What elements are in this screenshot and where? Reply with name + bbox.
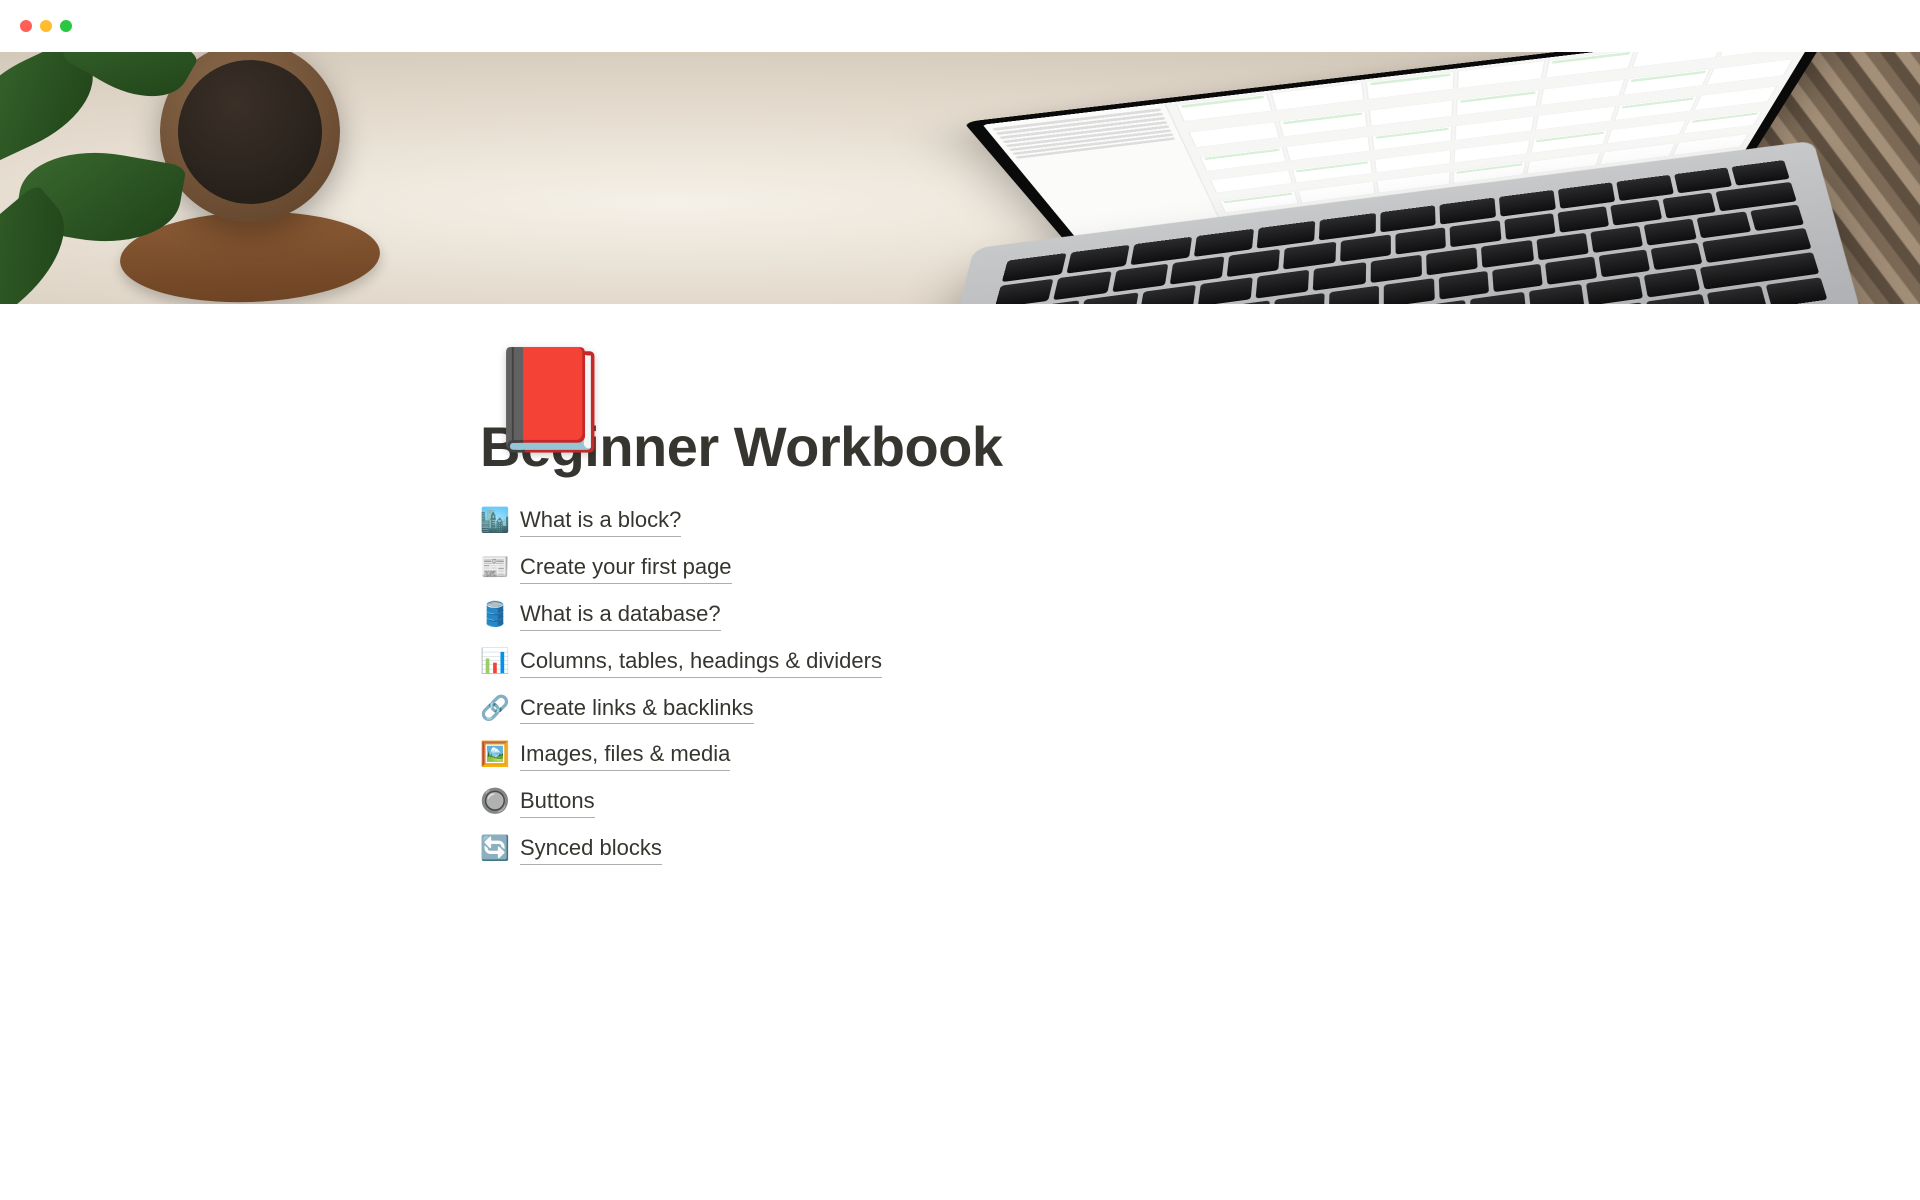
page-link-icon: 🏙️ <box>480 506 508 535</box>
page-link-icon: 🔄 <box>480 834 508 863</box>
page-link-label: Columns, tables, headings & dividers <box>520 645 882 678</box>
cover-plant <box>0 52 380 304</box>
page-link-label: What is a block? <box>520 504 681 537</box>
page-link-buttons[interactable]: 🔘 Buttons <box>480 778 1440 825</box>
page-link-label: Buttons <box>520 785 595 818</box>
page-link-icon: 🛢️ <box>480 600 508 629</box>
window-zoom-button[interactable] <box>60 20 72 32</box>
page-link-label: Synced blocks <box>520 832 662 865</box>
page-link-images-files-media[interactable]: 🖼️ Images, files & media <box>480 731 1440 778</box>
page-link-list: 🏙️ What is a block? 📰 Create your first … <box>480 497 1440 872</box>
page-link-create-links[interactable]: 🔗 Create links & backlinks <box>480 685 1440 732</box>
page-link-icon: 🔘 <box>480 787 508 816</box>
page-icon[interactable]: 📕 <box>488 350 613 450</box>
page-link-columns-tables[interactable]: 📊 Columns, tables, headings & dividers <box>480 638 1440 685</box>
page-link-create-first-page[interactable]: 📰 Create your first page <box>480 544 1440 591</box>
page-link-icon: 📰 <box>480 553 508 582</box>
window-chrome <box>0 0 1920 52</box>
page-link-icon: 🖼️ <box>480 740 508 769</box>
page-link-label: What is a database? <box>520 598 721 631</box>
page-link-label: Images, files & media <box>520 738 730 771</box>
window-minimize-button[interactable] <box>40 20 52 32</box>
page-link-what-is-a-database[interactable]: 🛢️ What is a database? <box>480 591 1440 638</box>
page-title[interactable]: Beginner Workbook <box>480 414 1440 479</box>
page-link-icon: 🔗 <box>480 694 508 723</box>
page-body: 📕 Beginner Workbook 🏙️ What is a block? … <box>360 414 1560 932</box>
page-link-synced-blocks[interactable]: 🔄 Synced blocks <box>480 825 1440 872</box>
page-link-icon: 📊 <box>480 647 508 676</box>
page-cover[interactable] <box>0 52 1920 304</box>
page-link-what-is-a-block[interactable]: 🏙️ What is a block? <box>480 497 1440 544</box>
page-link-label: Create your first page <box>520 551 732 584</box>
window-close-button[interactable] <box>20 20 32 32</box>
page-link-label: Create links & backlinks <box>520 692 754 725</box>
